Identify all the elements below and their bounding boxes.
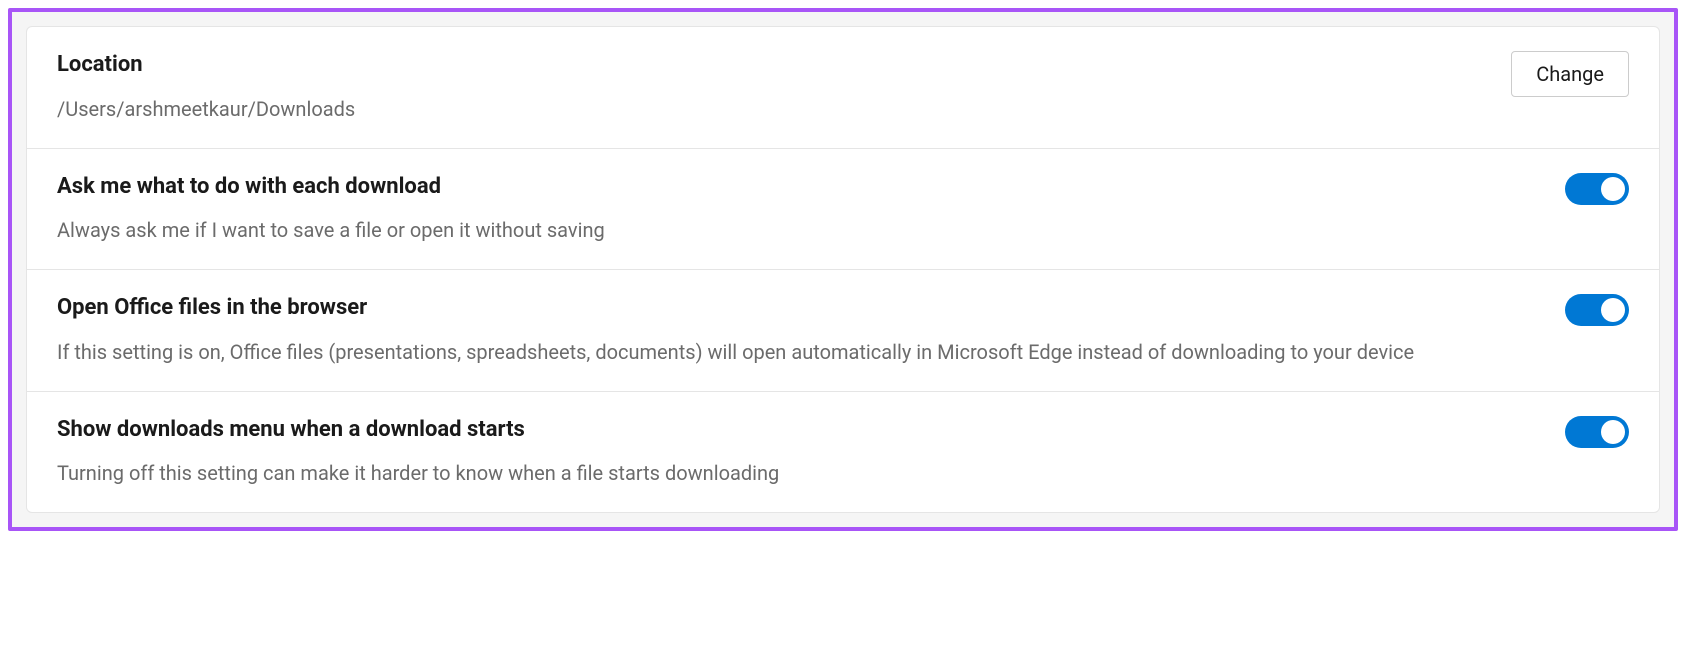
show-downloads-menu-setting-row: Show downloads menu when a download star…: [27, 392, 1659, 513]
show-downloads-menu-title: Show downloads menu when a download star…: [57, 416, 1545, 445]
location-setting-row: Location /Users/arshmeetkaur/Downloads C…: [27, 27, 1659, 149]
office-files-content: Open Office files in the browser If this…: [57, 294, 1545, 367]
ask-download-description: Always ask me if I want to save a file o…: [57, 215, 1545, 245]
show-downloads-menu-content: Show downloads menu when a download star…: [57, 416, 1545, 489]
location-title: Location: [57, 51, 1491, 80]
location-content: Location /Users/arshmeetkaur/Downloads: [57, 51, 1491, 124]
ask-download-toggle[interactable]: [1565, 173, 1629, 205]
office-files-toggle[interactable]: [1565, 294, 1629, 326]
office-files-title: Open Office files in the browser: [57, 294, 1545, 323]
location-path: /Users/arshmeetkaur/Downloads: [57, 94, 1491, 124]
toggle-knob: [1601, 420, 1625, 444]
change-location-button[interactable]: Change: [1511, 51, 1629, 97]
downloads-settings-panel: Location /Users/arshmeetkaur/Downloads C…: [26, 26, 1660, 513]
show-downloads-menu-toggle[interactable]: [1565, 416, 1629, 448]
show-downloads-menu-description: Turning off this setting can make it har…: [57, 458, 1545, 488]
office-files-setting-row: Open Office files in the browser If this…: [27, 270, 1659, 392]
office-files-description: If this setting is on, Office files (pre…: [57, 337, 1545, 367]
ask-download-title: Ask me what to do with each download: [57, 173, 1545, 202]
settings-container: Location /Users/arshmeetkaur/Downloads C…: [8, 8, 1678, 531]
toggle-knob: [1601, 298, 1625, 322]
ask-download-setting-row: Ask me what to do with each download Alw…: [27, 149, 1659, 271]
ask-download-content: Ask me what to do with each download Alw…: [57, 173, 1545, 246]
toggle-knob: [1601, 177, 1625, 201]
